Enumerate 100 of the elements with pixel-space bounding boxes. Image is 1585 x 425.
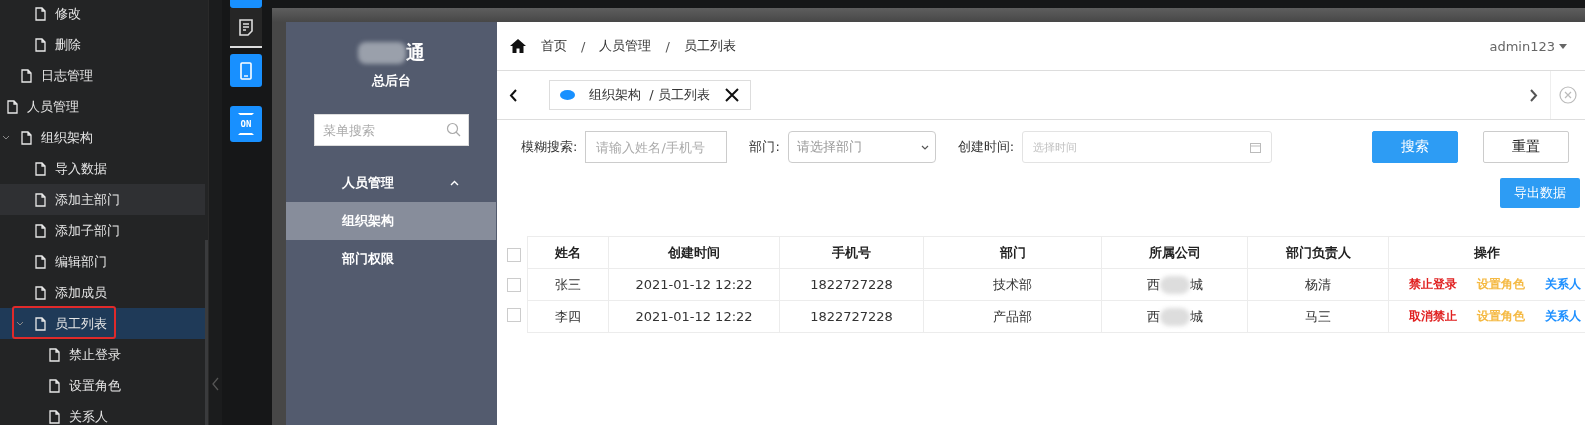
breadcrumb-link[interactable]: 首页: [541, 37, 567, 55]
file-icon: [35, 37, 46, 52]
table-cell-text: 城: [1189, 275, 1203, 294]
file-icon: [49, 409, 60, 424]
file-icon: [35, 192, 46, 207]
tree-item[interactable]: 设置角色: [0, 370, 205, 401]
table-cell: 1822727228: [779, 300, 924, 333]
tree-item[interactable]: 员工列表: [0, 308, 205, 339]
tree-item[interactable]: 删除: [0, 29, 205, 60]
user-menu[interactable]: admin123: [1489, 38, 1567, 54]
table-cell: 1822727228: [779, 268, 924, 301]
page-tab[interactable]: 组织架构 / 员工列表: [549, 80, 751, 110]
table-cell: 李四: [527, 300, 609, 333]
keyword-input-field[interactable]: 请输入姓名/手机号: [585, 131, 728, 163]
tree-item[interactable]: 修改: [0, 0, 205, 29]
file-icon: [35, 254, 46, 269]
tree-item-label: 添加子部门: [55, 221, 120, 240]
phone-icon: [240, 61, 252, 80]
tree-item[interactable]: 添加成员: [0, 277, 205, 308]
document-icon: [239, 18, 253, 36]
tree-item-label: 组织架构: [41, 128, 93, 147]
tree-item[interactable]: 组织架构: [0, 122, 205, 153]
menu-group-label: 人员管理: [342, 174, 394, 192]
tree-item-label: 删除: [55, 35, 81, 54]
action-link[interactable]: 禁止登录: [1409, 276, 1457, 293]
close-icon[interactable]: [723, 87, 740, 103]
file-icon: [35, 285, 46, 300]
column-header: 操作: [1388, 236, 1585, 269]
tab-dot-icon: [560, 90, 575, 100]
table-cell: 产品部: [923, 300, 1102, 333]
tree-item[interactable]: 导入数据: [0, 153, 205, 184]
tree-item-label: 导入数据: [55, 159, 107, 178]
blurred-region: [1159, 275, 1190, 294]
checkbox[interactable]: [507, 248, 521, 262]
tree-item[interactable]: 关系人: [0, 401, 205, 425]
tree-item-label: 添加主部门: [55, 190, 120, 209]
chevron-down-icon: [920, 144, 929, 150]
table-cell: 杨清: [1247, 268, 1389, 301]
menu-search-field[interactable]: 菜单搜索: [314, 114, 469, 146]
column-header: 所属公司: [1101, 236, 1248, 269]
calendar-icon: [1250, 141, 1262, 153]
tree-item-label: 人员管理: [27, 97, 79, 116]
table-cell-text: 西: [1146, 275, 1160, 294]
file-icon: [21, 130, 32, 145]
filter-label: 创建时间:: [957, 138, 1015, 156]
file-icon: [35, 316, 46, 331]
tree-item-label: 关系人: [69, 407, 108, 425]
breadcrumb-separator: /: [665, 38, 670, 54]
tree-item-label: 修改: [55, 4, 81, 23]
column-header: 手机号: [779, 236, 924, 269]
table-cell-text: 西: [1146, 307, 1160, 326]
tree-item-label: 员工列表: [55, 314, 107, 333]
caret-down-icon: [1559, 43, 1567, 49]
reset-button[interactable]: 重置: [1483, 131, 1569, 163]
blurred-region: [1159, 307, 1190, 326]
file-icon: [7, 99, 18, 114]
tree-item[interactable]: 日志管理: [0, 60, 205, 91]
file-icon: [35, 223, 46, 238]
tool-button[interactable]: [230, 8, 262, 48]
column-header: 姓名: [527, 236, 609, 269]
file-icon: [21, 68, 32, 83]
action-link[interactable]: 取消禁止: [1409, 308, 1457, 325]
close-all-icon[interactable]: [1559, 86, 1577, 104]
tree-item[interactable]: 添加主部门: [0, 184, 205, 215]
tree-item-label: 添加成员: [55, 283, 107, 302]
column-header: 部门负责人: [1247, 236, 1389, 269]
chevron-right-icon[interactable]: [1530, 88, 1538, 102]
brand-subtitle: 总后台: [372, 72, 411, 90]
file-icon: [35, 161, 46, 176]
tree-item[interactable]: 人员管理: [0, 91, 205, 122]
file-icon: [49, 378, 60, 393]
breadcrumb-link[interactable]: 人员管理: [599, 37, 652, 55]
tree-item[interactable]: 编辑部门: [0, 246, 205, 277]
table-cell: 技术部: [923, 268, 1102, 301]
tree-item[interactable]: 禁止登录: [0, 339, 205, 370]
checkbox[interactable]: [507, 278, 521, 292]
menu-item[interactable]: 部门权限: [286, 240, 496, 278]
breadcrumb-separator: /: [581, 38, 586, 54]
file-icon: [35, 6, 46, 21]
table-cell: 2021-01-12 12:22: [608, 268, 780, 301]
menu-group[interactable]: 人员管理: [286, 164, 497, 202]
home-icon[interactable]: [509, 38, 527, 54]
tree-item-label: 禁止登录: [69, 345, 121, 364]
filter-label: 部门:: [749, 138, 780, 156]
brand-title: 通: [406, 40, 425, 65]
filter-label: 模糊搜索:: [521, 138, 578, 156]
table-cell-text: 城: [1189, 307, 1203, 326]
blurred-region: [358, 42, 406, 64]
tree-item-label: 设置角色: [69, 376, 121, 395]
column-header: 创建时间: [608, 236, 780, 269]
tree-item-label: 日志管理: [41, 66, 93, 85]
table-cell: 2021-01-12 12:22: [608, 300, 780, 333]
tree-item-label: 编辑部门: [55, 252, 107, 271]
file-icon: [49, 347, 60, 362]
collapse-chevron-icon[interactable]: [212, 377, 219, 391]
tree-item[interactable]: 添加子部门: [0, 215, 205, 246]
chevron-left-icon[interactable]: [509, 88, 517, 102]
search-icon: [446, 122, 461, 137]
checkbox[interactable]: [507, 308, 521, 322]
table-cell: 马三: [1247, 300, 1389, 333]
